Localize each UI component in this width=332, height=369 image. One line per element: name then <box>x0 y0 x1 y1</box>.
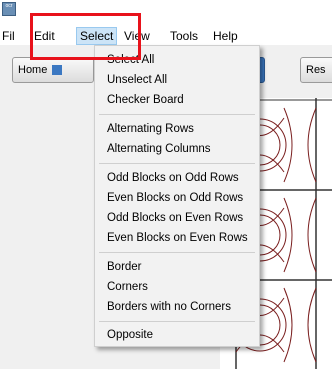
menu-item-alternating-columns[interactable]: Alternating Columns <box>107 140 211 158</box>
highlight-annotation-box <box>30 13 141 60</box>
menu-item-corners[interactable]: Corners <box>107 278 148 296</box>
menu-item-odd-blocks-odd-rows[interactable]: Odd Blocks on Odd Rows <box>107 169 239 187</box>
menu-separator <box>99 114 255 115</box>
menu-item-unselect-all[interactable]: Unselect All <box>107 71 167 89</box>
menu-item-even-blocks-even-rows[interactable]: Even Blocks on Even Rows <box>107 229 248 247</box>
menu-file[interactable]: File <box>2 28 15 44</box>
menu-item-borders-no-corners[interactable]: Borders with no Corners <box>107 298 231 316</box>
menu-item-opposite[interactable]: Opposite <box>107 326 153 344</box>
menu-item-border[interactable]: Border <box>107 258 142 276</box>
menu-item-even-blocks-odd-rows[interactable]: Even Blocks on Odd Rows <box>107 189 243 207</box>
home-arrow-icon <box>52 65 63 76</box>
reset-button-label: Res <box>306 64 326 76</box>
home-button-label: Home <box>18 64 48 76</box>
select-dropdown-menu: Select All Unselect All Checker Board Al… <box>94 45 260 347</box>
menu-help[interactable]: Help <box>213 28 238 44</box>
app-icon: ocr <box>2 2 16 16</box>
menu-separator <box>99 252 255 253</box>
reset-button[interactable]: Res <box>300 57 332 83</box>
home-button[interactable]: Home <box>12 57 94 83</box>
menu-separator <box>99 163 255 164</box>
menu-tools[interactable]: Tools <box>170 28 198 44</box>
menu-item-alternating-rows[interactable]: Alternating Rows <box>107 120 194 138</box>
menu-item-checker-board[interactable]: Checker Board <box>107 91 184 109</box>
menu-separator <box>99 321 255 322</box>
menu-item-odd-blocks-even-rows[interactable]: Odd Blocks on Even Rows <box>107 209 243 227</box>
